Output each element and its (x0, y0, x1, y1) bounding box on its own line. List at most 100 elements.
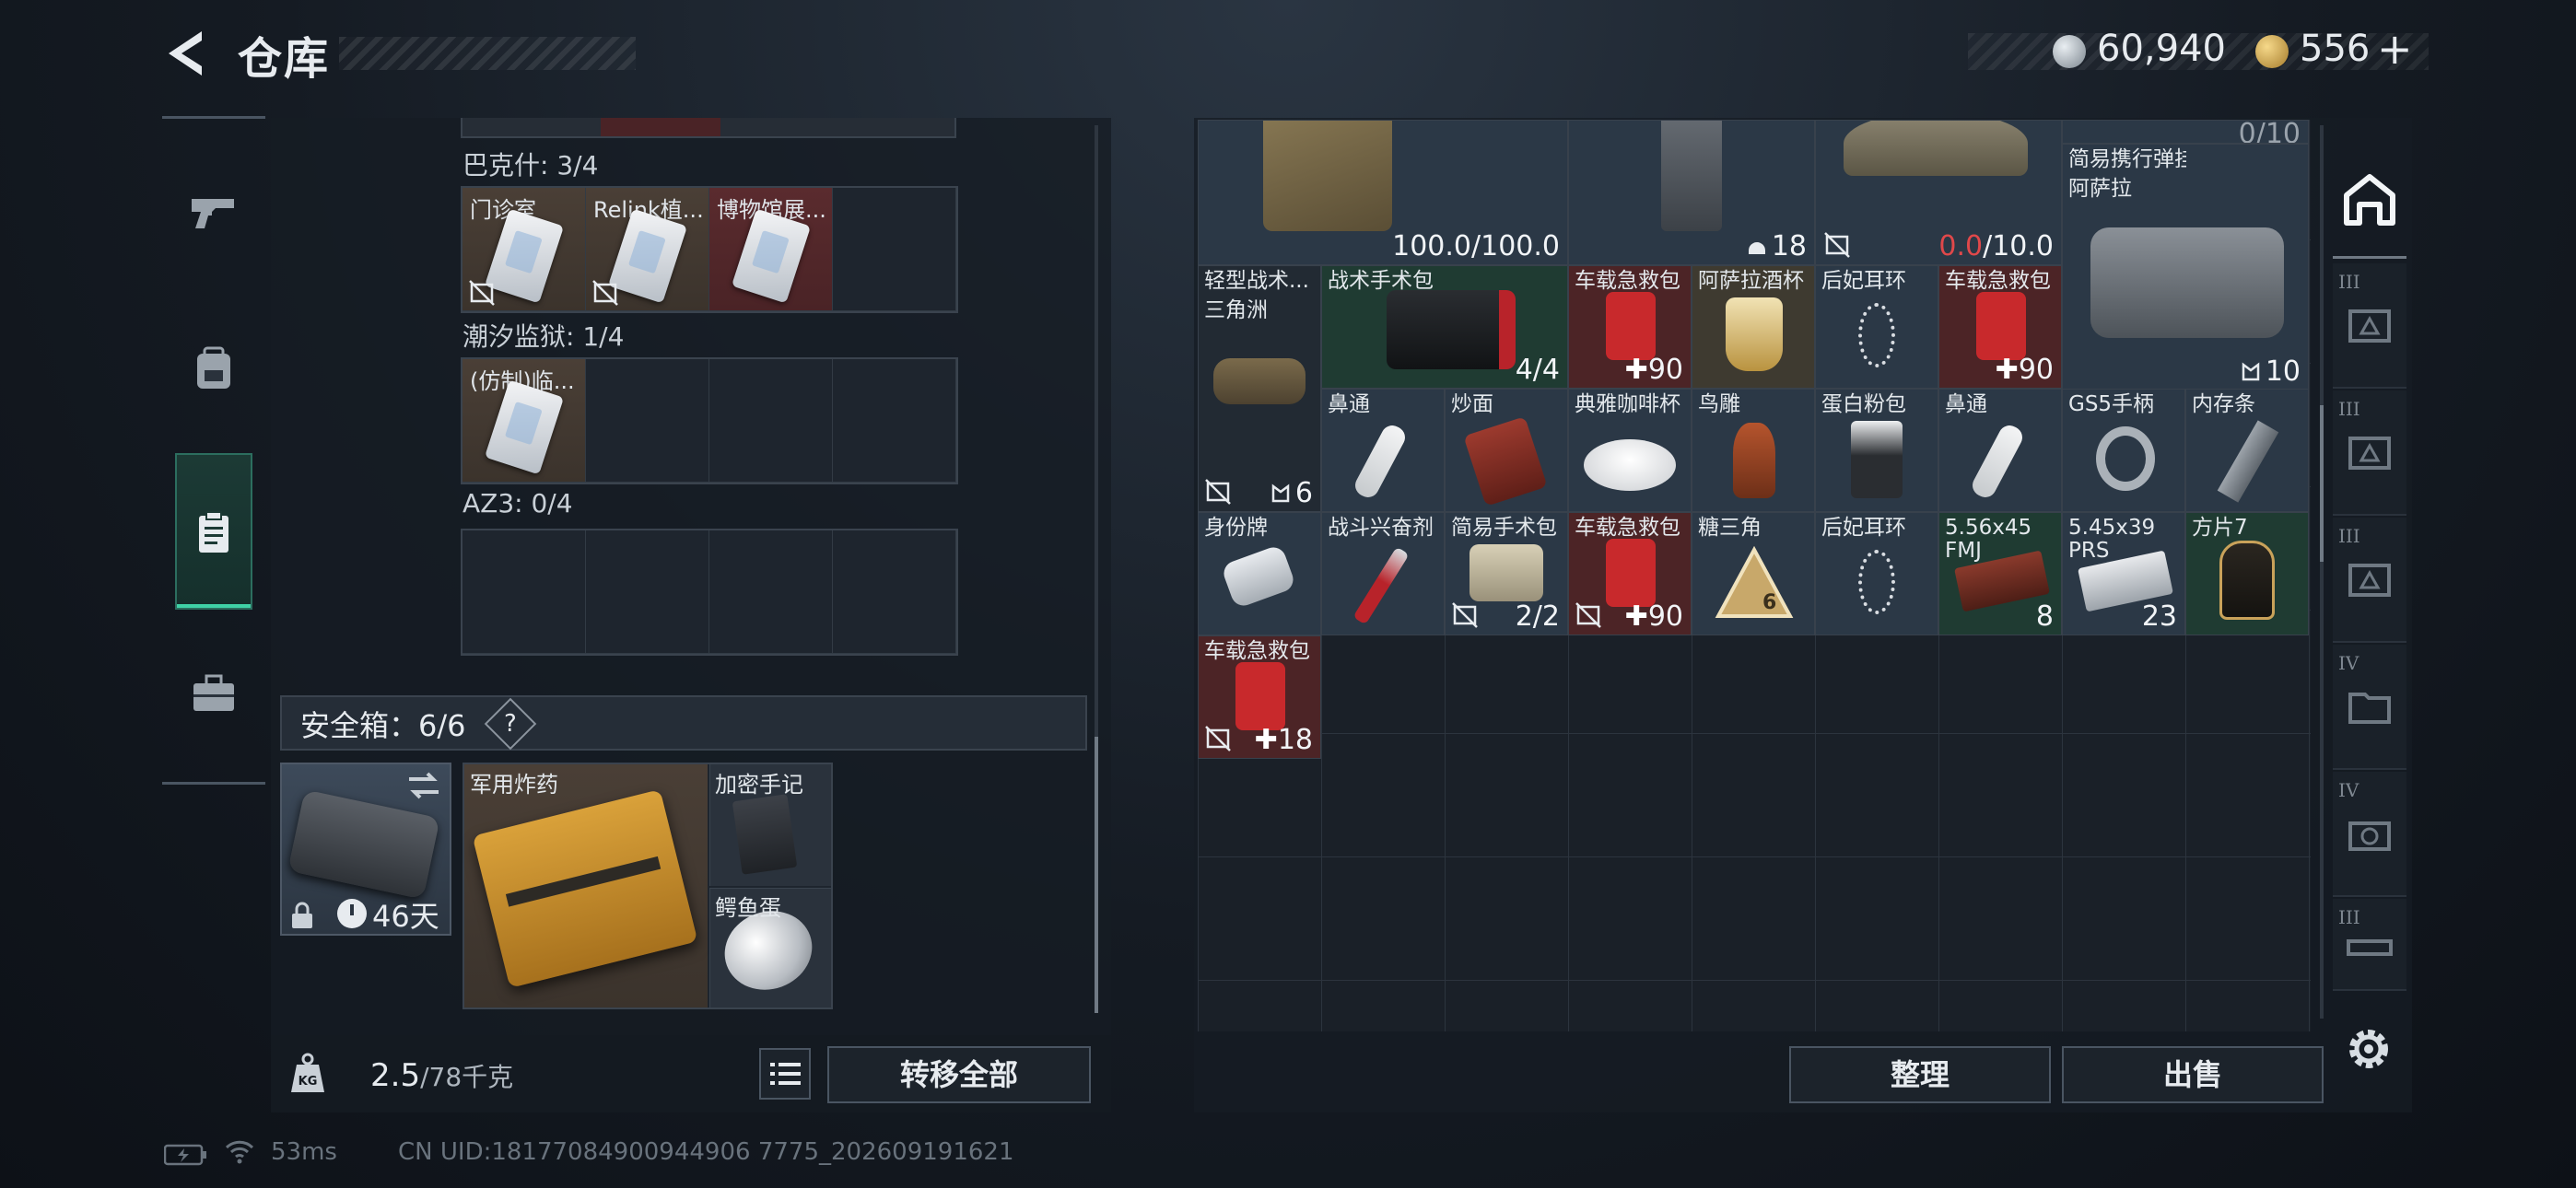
item-label: 鸟雕 (1698, 392, 1740, 416)
inventory-item-partial[interactable]: 0/10 (2062, 120, 2309, 144)
controller-grip-icon (2096, 426, 2155, 491)
item-count: 4/4 (1515, 354, 1560, 386)
settings-gear-icon[interactable] (2342, 1022, 2395, 1076)
partial-count: 0/10 (2238, 120, 2301, 144)
inventory-item-triangle[interactable]: 糖三角 6 (1692, 512, 1815, 635)
inventory-scrollbar-thumb[interactable] (2320, 405, 2324, 562)
inventory-item-bird-statue[interactable]: 鸟雕 (1692, 389, 1815, 512)
inventory-item-ammo-545[interactable]: 5.45x39 PRS 23 (2062, 512, 2185, 635)
item-count: ✚90 (1625, 600, 1683, 633)
transfer-all-button[interactable]: 转移全部 (827, 1046, 1091, 1103)
collection-slot-empty[interactable] (463, 530, 586, 654)
collection-slot-empty[interactable] (833, 188, 956, 311)
warehouse-tab[interactable] (2333, 149, 2406, 250)
inventory-item-inhaler[interactable]: 鼻通 (1938, 389, 2062, 512)
container-tab-1[interactable]: III (2333, 263, 2406, 389)
rail-item-equipment[interactable] (162, 295, 265, 442)
bag-count: 10 (2240, 355, 2301, 388)
backpack-icon (197, 346, 230, 389)
container-tab-4[interactable]: IV (2333, 645, 2406, 770)
item-count: 2/2 (1515, 600, 1560, 633)
inventory-item-chip[interactable]: 方片7 (2185, 512, 2309, 635)
item-sublabel: 阿萨拉 (2068, 177, 2132, 201)
item-label: 阿萨拉酒杯 (1698, 269, 1804, 293)
item-sublabel: 三角洲 (1204, 298, 1268, 322)
hat-durability-current: 0.0 (1938, 230, 1984, 262)
collection-slot-empty[interactable] (709, 530, 833, 654)
inventory-item-noodles[interactable]: 炒面 (1445, 389, 1568, 512)
inventory-item-ammo-556[interactable]: 5.56x45 FMJ 8 (1938, 512, 2062, 635)
left-scrollbar-thumb[interactable] (1095, 737, 1098, 1013)
rail-item-tools[interactable] (162, 619, 265, 766)
container-tab-5[interactable]: IV (2333, 772, 2406, 897)
collection-slot-empty[interactable] (709, 359, 833, 483)
inventory-item-first-aid[interactable]: 车载急救包 ✚90 (1568, 265, 1692, 389)
inventory-item-cup[interactable]: 阿萨拉酒杯 (1692, 265, 1815, 389)
item-label: 炒面 (1451, 392, 1493, 416)
item-label: 加密手记 (715, 772, 803, 798)
collection-slot[interactable]: 门诊室 (463, 188, 586, 311)
helmet-icon (1748, 242, 1765, 254)
item-count: 8 (2035, 600, 2054, 633)
inventory-item-vest[interactable]: 100.0/100.0 (1198, 120, 1568, 265)
inventory-item-pants[interactable]: 18 (1568, 120, 1815, 265)
inventory-item-first-aid[interactable]: 车载急救包 ✚90 (1938, 265, 2062, 389)
rail-item-weapons[interactable] (162, 136, 265, 284)
collection-label-az3: AZ3: 0/4 (463, 488, 573, 518)
tier-label: IV (2338, 652, 2359, 674)
inventory-item-first-aid[interactable]: 车载急救包 ✚18 (1198, 635, 1321, 759)
container-tab-6[interactable]: III (2333, 899, 2406, 991)
inventory-item-stim[interactable]: 战斗兴奋剂 (1321, 512, 1445, 635)
collection-label-bakshi: 巴克什: 3/4 (463, 150, 599, 181)
inventory-item-ram[interactable]: 内存条 (2185, 389, 2309, 512)
inventory-item-simple-kit[interactable]: 简易手术包 2/2 (1445, 512, 1568, 635)
inventory-item-gs5[interactable]: GS5手柄 (2062, 389, 2185, 512)
inventory-item-protein[interactable]: 蛋白粉包 (1815, 389, 1938, 512)
collection-slot-empty[interactable] (586, 530, 709, 654)
card-plaque-icon (2219, 541, 2275, 620)
triangle-badge-icon: 6 (1715, 546, 1794, 618)
dogtag-icon (1220, 543, 1297, 610)
inventory-item-earring[interactable]: 后妃耳环 (1815, 265, 1938, 389)
pistol-icon (192, 199, 234, 228)
item-label: 内存条 (2192, 392, 2255, 416)
hat-durability: 0.0/10.0 (1938, 230, 2054, 262)
inventory-item-earring[interactable]: 后妃耳环 (1815, 512, 1938, 635)
collection-slot[interactable]: (仿制)临... (463, 359, 586, 483)
warehouse-icon (2344, 174, 2395, 226)
collection-grid-partial (461, 118, 956, 138)
sort-button[interactable]: 整理 (1789, 1046, 2051, 1103)
inventory-item-first-aid[interactable]: 车载急救包 ✚90 (1568, 512, 1692, 635)
inventory-item-hat[interactable]: 0.0/10.0 (1815, 120, 2062, 265)
inventory-scrollbar[interactable] (2320, 125, 2324, 1019)
item-label: 典雅咖啡杯 (1575, 392, 1680, 416)
inventory-item-duffel[interactable]: 轻型战术... 三角洲 6 (1198, 265, 1321, 512)
swap-icon[interactable] (405, 770, 442, 801)
item-label: 车载急救包 (1945, 269, 2051, 293)
rail-item-collection[interactable] (162, 459, 265, 606)
collection-slot-empty[interactable] (833, 359, 956, 483)
collection-slot[interactable]: Relink植... (586, 188, 709, 311)
item-label: 战斗兴奋剂 (1328, 516, 1434, 540)
duffel-count: 6 (1270, 477, 1313, 509)
inventory-item-surgical-kit[interactable]: 战术手术包 4/4 (1321, 265, 1568, 389)
container-tab-2[interactable]: III (2333, 390, 2406, 516)
inventory-item-dogtag[interactable]: 身份牌 (1198, 512, 1321, 635)
item-label: 5.56x45 (1945, 516, 2032, 540)
svg-text:6: 6 (1762, 591, 1776, 614)
collection-slot-empty[interactable] (833, 530, 956, 654)
item-count: ✚90 (1625, 354, 1683, 386)
inventory-item-chest-rig[interactable]: 简易携行弹挂 阿萨拉 10 (2062, 144, 2309, 390)
collection-slot-empty[interactable] (586, 359, 709, 483)
add-currency-button[interactable]: + (2377, 24, 2413, 74)
back-icon[interactable] (161, 26, 213, 81)
list-view-button[interactable] (759, 1048, 811, 1100)
sell-button[interactable]: 出售 (2062, 1046, 2324, 1103)
list-icon (770, 1063, 801, 1085)
bound-icon (1824, 232, 1850, 258)
inventory-item-coffee-cup[interactable]: 典雅咖啡杯 (1568, 389, 1692, 512)
collection-slot[interactable]: 博物馆展... (709, 188, 833, 311)
battery-icon (164, 1144, 206, 1166)
container-tab-3[interactable]: III (2333, 518, 2406, 643)
inventory-item-inhaler[interactable]: 鼻通 (1321, 389, 1445, 512)
